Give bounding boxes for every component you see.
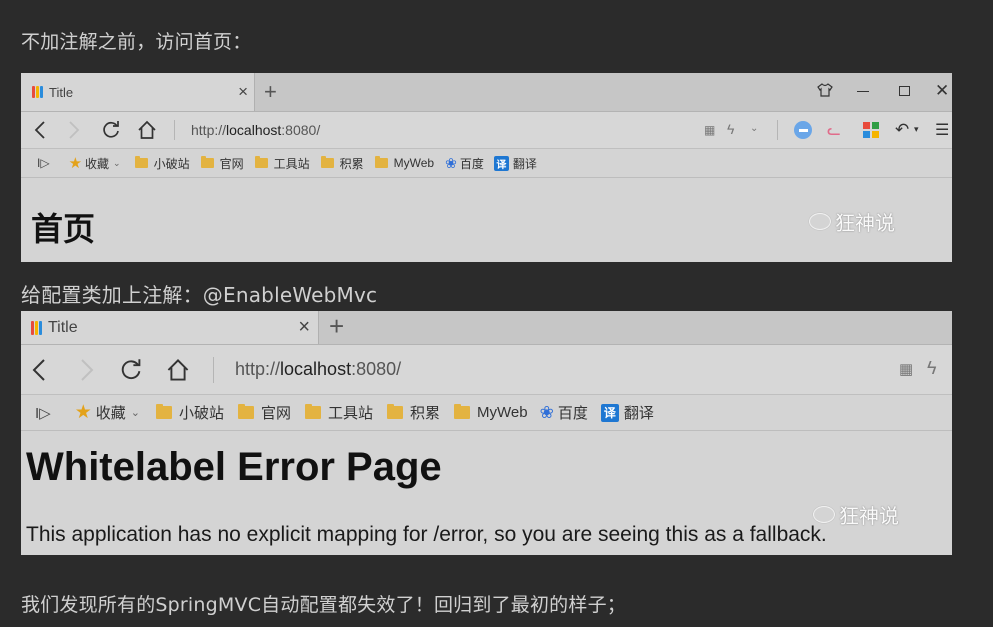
browser-tab[interactable]: Title ×	[21, 311, 319, 344]
folder-icon	[134, 156, 148, 168]
nav-bar: http://localhost:8080/ ▦ ϟ ⌄ ᓚ ↶ ▾ ☰	[21, 112, 952, 149]
home-icon[interactable]	[164, 356, 192, 384]
folder-icon	[387, 404, 404, 419]
folder-icon	[254, 156, 268, 168]
browser-tab[interactable]: Title ×	[21, 73, 255, 111]
bookmark-folder[interactable]: 工具站	[254, 155, 310, 172]
reload-icon[interactable]	[117, 356, 145, 384]
address-bar[interactable]: http://localhost:8080/	[191, 122, 320, 138]
folder-icon	[305, 404, 322, 419]
bookmark-folder[interactable]: 官网	[200, 155, 244, 172]
bookmark-folder[interactable]: 小破站	[155, 402, 224, 423]
new-tab-icon[interactable]: +	[264, 79, 277, 105]
folder-icon	[238, 404, 254, 419]
forward-icon[interactable]	[63, 118, 85, 142]
tab-favicon-icon	[31, 320, 42, 335]
bookmark-folder[interactable]: 官网	[238, 402, 291, 423]
nav-bar: http://localhost:8080/ ▦ ϟ	[21, 345, 952, 395]
home-icon[interactable]	[135, 118, 159, 142]
translate-icon: 译	[493, 155, 509, 171]
bookmark-baidu[interactable]: ❀ 百度	[540, 402, 588, 423]
close-window-icon[interactable]: ✕	[935, 81, 949, 101]
undo-dropdown-icon[interactable]: ▾	[914, 124, 919, 135]
folder-icon	[155, 404, 172, 419]
translate-icon: 译	[600, 403, 619, 422]
page-content: 首页 狂神说	[21, 178, 952, 262]
chevron-down-icon: ⌄	[113, 157, 121, 168]
bookmark-folder[interactable]: MyWeb	[454, 404, 528, 421]
star-icon: ★	[74, 402, 92, 423]
favorites-button[interactable]: ★ 收藏 ⌄	[75, 401, 140, 424]
new-tab-icon[interactable]: +	[329, 311, 344, 342]
bookmarks-bar: I▷ ★ 收藏 ⌄ 小破站 官网 工具站 积累 MyWeb ❀ 百度 译翻译	[21, 395, 952, 431]
bookmark-folder[interactable]: 积累	[320, 155, 364, 172]
chevron-down-icon[interactable]: ⌄	[750, 123, 758, 134]
qr-icon[interactable]: ▦	[899, 360, 913, 378]
favorites-button[interactable]: ★ 收藏 ⌄	[69, 154, 121, 172]
bookmark-folder[interactable]: 小破站	[134, 155, 190, 172]
wechat-icon	[809, 213, 831, 230]
bolt-icon[interactable]: ϟ	[927, 358, 937, 379]
tab-close-icon[interactable]: ×	[238, 82, 248, 102]
page-heading: 首页	[31, 211, 96, 247]
baidu-paw-icon: ❀	[539, 402, 554, 422]
address-bar[interactable]: http://localhost:8080/	[235, 359, 401, 380]
bookmark-translate[interactable]: 译翻译	[600, 402, 654, 423]
folder-icon	[200, 156, 214, 168]
folder-icon	[374, 156, 388, 168]
extension-grid-icon[interactable]	[863, 122, 879, 138]
bookmark-translate[interactable]: 译翻译	[493, 155, 537, 172]
page-content: Whitelabel Error Page 狂神说 This applicati…	[21, 431, 952, 555]
error-message: This application has no explicit mapping…	[26, 523, 827, 546]
paragraph-before-annotation: 不加注解之前，访问首页：	[21, 31, 252, 53]
folder-icon	[454, 404, 471, 419]
tab-close-icon[interactable]: ×	[298, 316, 310, 339]
page-heading: Whitelabel Error Page	[26, 445, 442, 489]
back-icon[interactable]	[27, 357, 51, 383]
back-icon[interactable]	[29, 118, 51, 142]
bookmarks-bar: I▷ ★ 收藏 ⌄ 小破站 官网 工具站 积累 MyWeb ❀ 百度 译翻译	[21, 149, 952, 178]
reload-icon[interactable]	[99, 118, 123, 142]
tab-title: Title	[48, 318, 78, 336]
paragraph-add-annotation: 给配置类加上注解：@EnableWebMvc	[21, 283, 378, 307]
browser-screenshot-error: Title × + http://localhost:8080/ ▦ ϟ I▷ …	[21, 311, 952, 555]
bolt-icon[interactable]: ϟ	[727, 121, 734, 137]
extension-cat-icon[interactable]: ᓚ	[827, 120, 841, 140]
tab-bar: Title × +	[21, 311, 952, 345]
bookmark-folder[interactable]: MyWeb	[374, 156, 434, 170]
browser-screenshot-home: Title × + ✕ http://localhost:8080/ ▦ ϟ ⌄	[21, 73, 952, 262]
sidebar-toggle-icon[interactable]: I▷	[35, 404, 51, 422]
skin-icon[interactable]	[817, 82, 833, 103]
qr-icon[interactable]: ▦	[704, 123, 715, 137]
chevron-down-icon: ⌄	[130, 407, 140, 419]
bookmark-folder[interactable]: 工具站	[305, 402, 373, 423]
star-icon: ★	[68, 155, 83, 172]
tab-favicon-icon	[32, 86, 43, 98]
tab-title: Title	[49, 84, 74, 100]
sidebar-toggle-icon[interactable]: I▷	[37, 156, 50, 170]
watermark: 狂神说	[809, 207, 895, 236]
undo-icon[interactable]: ↶	[895, 120, 909, 140]
paragraph-conclusion: 我们发现所有的SpringMVC自动配置都失效了！回归到了最初的样子；	[21, 594, 626, 616]
menu-icon[interactable]: ☰	[935, 120, 949, 140]
wechat-icon	[813, 506, 835, 523]
forward-icon[interactable]	[75, 357, 99, 383]
bookmark-baidu[interactable]: ❀ 百度	[445, 155, 484, 172]
extension-blue-icon[interactable]	[794, 121, 812, 139]
maximize-icon[interactable]	[899, 86, 910, 96]
bookmark-folder[interactable]: 积累	[387, 402, 440, 423]
tab-bar: Title × + ✕	[21, 73, 952, 112]
baidu-paw-icon: ❀	[445, 154, 457, 171]
folder-icon	[320, 156, 334, 168]
minimize-icon[interactable]	[857, 91, 869, 92]
